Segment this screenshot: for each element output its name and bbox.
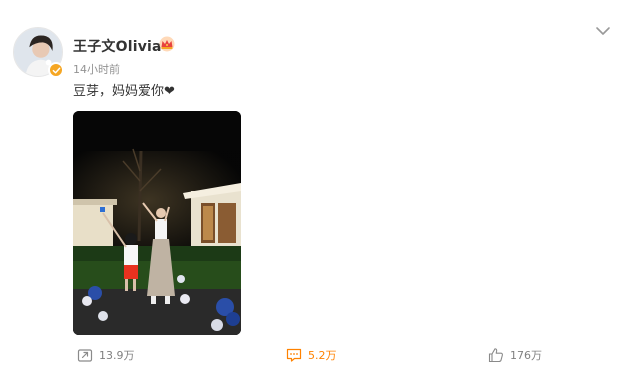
post-photo[interactable] (73, 111, 241, 335)
post-timestamp[interactable]: 14小时前 (73, 61, 120, 77)
repost-icon (77, 349, 93, 362)
chevron-down-icon[interactable] (595, 24, 611, 38)
post-text: 豆芽，妈妈爱你❤ (73, 84, 175, 99)
like-button[interactable]: 176万 (488, 346, 542, 364)
thumbs-up-icon (488, 348, 503, 363)
weibo-post-card: 王子文Olivia 14小时前 豆芽，妈妈爱你❤ 13.9万 5.2万 176万 (0, 0, 617, 371)
post-actions-bar: 13.9万 5.2万 176万 (0, 340, 617, 371)
repost-button[interactable]: 13.9万 (77, 346, 135, 364)
like-count: 176万 (510, 349, 542, 362)
crown-badge-icon[interactable] (158, 36, 176, 52)
repost-count: 13.9万 (99, 349, 135, 362)
comment-button[interactable]: 5.2万 (286, 346, 337, 364)
verified-badge-icon (48, 62, 64, 78)
author-name[interactable]: 王子文Olivia (73, 36, 162, 56)
comment-count: 5.2万 (308, 349, 337, 362)
comment-icon (286, 348, 302, 362)
